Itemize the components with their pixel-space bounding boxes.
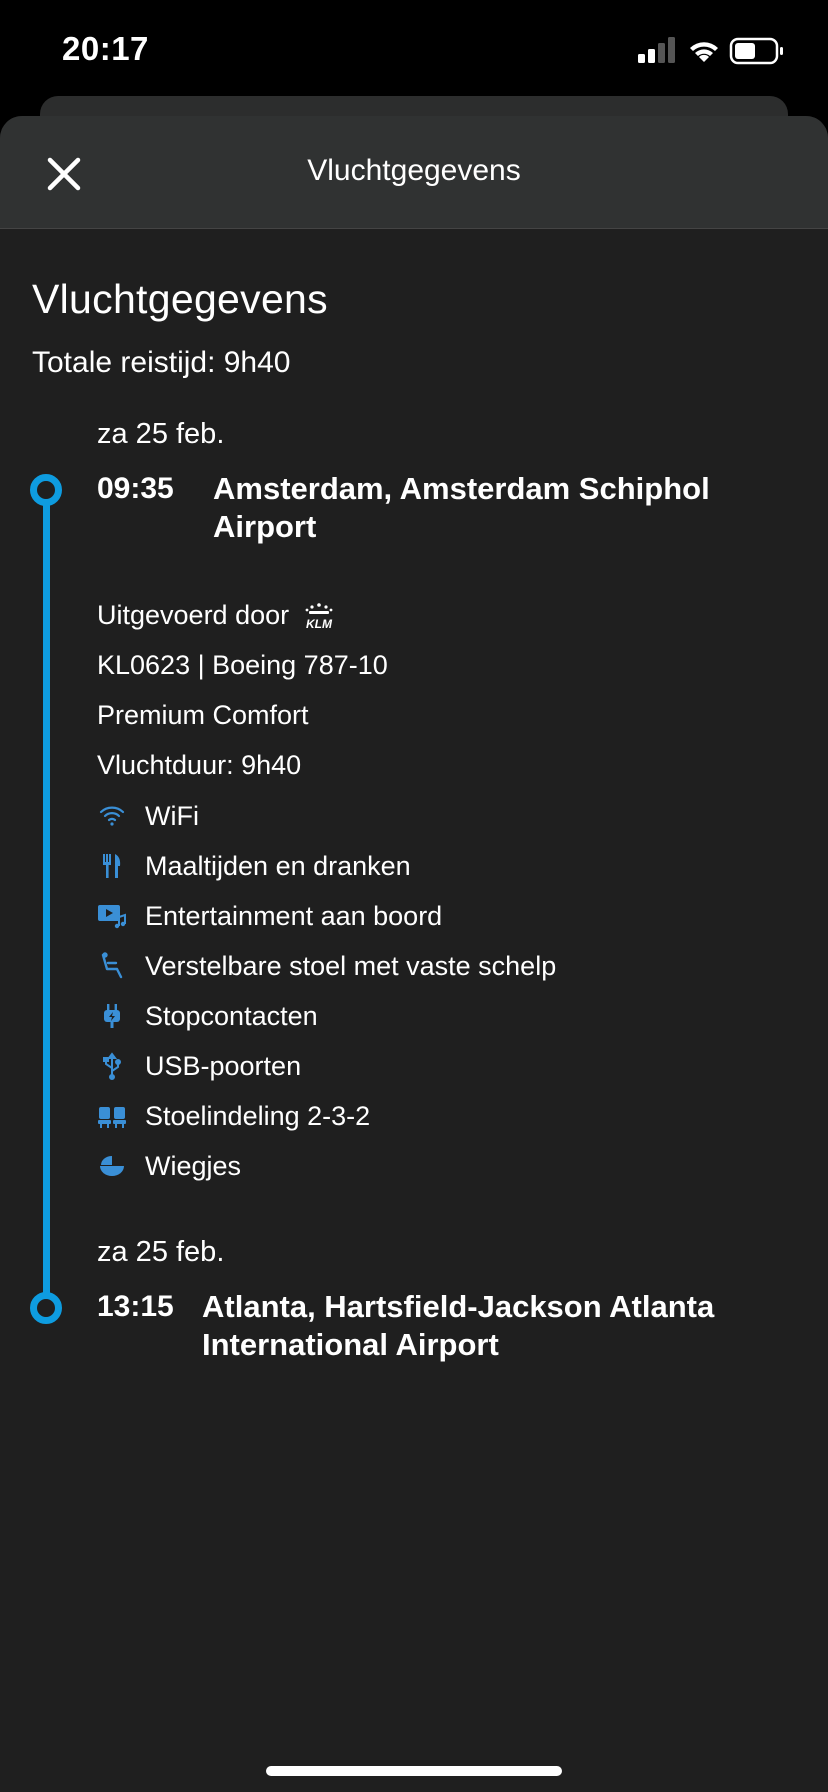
timeline-line — [43, 490, 50, 1306]
home-indicator[interactable] — [266, 1766, 562, 1776]
cabin-class: Premium Comfort — [97, 700, 309, 730]
page-title: Vluchtgegevens — [32, 276, 328, 322]
amenity-wifi: WiFi — [97, 796, 199, 836]
departure-airport: Amsterdam, Amsterdam Schiphol Airport — [213, 470, 710, 546]
arrival-date: za 25 feb. — [97, 1236, 225, 1268]
amenity-label: USB-poorten — [145, 1050, 302, 1081]
flight-duration: Vluchtduur: 9h40 — [97, 750, 302, 780]
departure-date: za 25 feb. — [97, 418, 225, 450]
usb-icon — [97, 1051, 127, 1081]
departure-dot — [30, 474, 62, 506]
operated-by: Uitgevoerd door KLM — [97, 600, 341, 631]
amenity-meals: Maaltijden en dranken — [97, 846, 411, 886]
arrival-airport-line2: International Airport — [202, 1327, 499, 1362]
arrival-dot — [30, 1292, 62, 1324]
amenity-bassinet: Wiegjes — [97, 1146, 241, 1186]
amenity-seat: Verstelbare stoel met vaste schelp — [97, 946, 556, 986]
bassinet-icon — [97, 1151, 127, 1181]
status-time: 20:17 — [62, 30, 149, 67]
total-travel-time: Totale reistijd: 9h40 — [32, 346, 291, 379]
amenity-label: Entertainment aan boord — [145, 900, 443, 931]
arrival-airport-line1: Atlanta, Hartsfield-Jackson Atlanta — [202, 1289, 715, 1324]
navigation-bar: Vluchtgegevens — [0, 116, 828, 229]
amenity-label: Maaltijden en dranken — [145, 850, 411, 881]
klm-logo: KLM — [297, 602, 341, 631]
operated-by-label: Uitgevoerd door — [97, 600, 290, 630]
amenity-label: WiFi — [145, 800, 199, 831]
departure-airport-line1: Amsterdam, Amsterdam Schiphol — [213, 471, 710, 506]
amenity-entertainment: Entertainment aan boord — [97, 896, 442, 936]
departure-airport-line2: Airport — [213, 509, 317, 544]
entertainment-icon — [97, 901, 127, 931]
wifi-icon — [97, 801, 127, 831]
battery-icon — [729, 37, 783, 65]
arrival-time: 13:15 — [97, 1290, 174, 1323]
cellular-signal-icon — [638, 37, 675, 63]
amenity-label: Verstelbare stoel met vaste schelp — [145, 950, 557, 981]
flight-number-aircraft: KL0623 | Boeing 787-10 — [97, 650, 388, 680]
power-plug-icon — [97, 1001, 127, 1031]
arrival-airport: Atlanta, Hartsfield-Jackson Atlanta Inte… — [202, 1288, 714, 1364]
status-icons — [618, 34, 798, 68]
departure-time: 09:35 — [97, 472, 174, 505]
amenity-usb: USB-poorten — [97, 1046, 301, 1086]
cutlery-icon — [97, 851, 127, 881]
reclining-seat-icon — [97, 951, 127, 981]
amenity-label: Stoelindeling 2-3-2 — [145, 1100, 371, 1131]
seat-layout-icon — [97, 1101, 127, 1131]
amenity-label: Wiegjes — [145, 1150, 242, 1181]
amenity-power: Stopcontacten — [97, 996, 318, 1036]
nav-title: Vluchtgegevens — [307, 154, 521, 187]
amenity-seat-layout: Stoelindeling 2-3-2 — [97, 1096, 370, 1136]
wifi-status-icon — [690, 42, 718, 62]
amenity-label: Stopcontacten — [145, 1000, 318, 1031]
svg-text:KLM: KLM — [306, 617, 333, 630]
status-bar: 20:17 — [0, 0, 828, 96]
flight-details-sheet: Vluchtgegevens Vluchtgegevens Totale rei… — [0, 116, 828, 1792]
